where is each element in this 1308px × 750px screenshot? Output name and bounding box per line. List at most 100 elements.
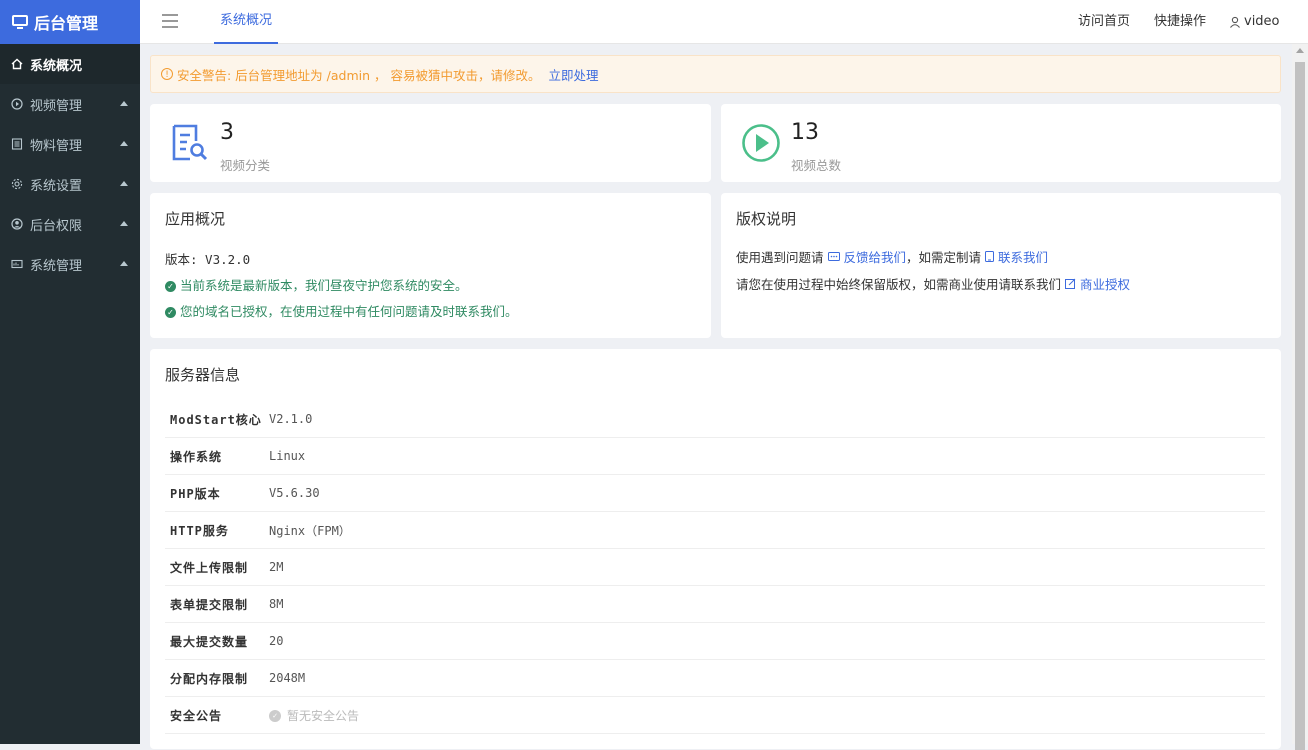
warning-icon: ! [161,68,173,80]
row-value: 2048M [269,659,1265,697]
version-text: 版本: V3.2.0 [165,252,251,267]
stat-value: 13 [791,120,819,145]
sidebar-item-settings[interactable]: 系统设置 [0,164,140,204]
table-row: PHP版本 V5.6.30 [165,474,1265,512]
msg-text: 您的域名已授权，在使用过程中有任何问题请及时联系我们。 [180,304,518,319]
copyright-line-1: 使用遇到问题请 反馈给我们，如需定制请 联系我们 [736,247,1048,266]
sidebar-item-label: 物料管理 [30,138,83,154]
visit-home-link[interactable]: 访问首页 [1078,0,1130,44]
table-row: ModStart核心 V2.1.0 [165,401,1265,438]
sidebar-item-label: 系统设置 [30,178,83,194]
security-alert: ! 安全警告: 后台管理地址为 /admin ， 容易被猜中攻击，请修改。 立即… [150,55,1281,93]
license-link[interactable]: 商业授权 [1065,277,1130,292]
check-circle-icon: ✓ [269,710,281,722]
card-title: 版权说明 [736,210,797,228]
sidebar-item-video[interactable]: 视频管理 [0,84,140,124]
link-text: 联系我们 [997,250,1048,265]
row-value: 8M [269,585,1265,623]
sidebar-item-permissions[interactable]: 后台权限 [0,204,140,244]
quick-ops-menu[interactable]: 快捷操作 [1154,0,1206,44]
sidebar-item-label: 系统管理 [30,258,83,274]
copyright-line-2: 请您在使用过程中始终保留版权，如需商业使用请联系我们 商业授权 [736,274,1130,293]
username: video [1244,14,1280,29]
row-key: 文件上传限制 [165,548,269,586]
chevron-up-icon [120,221,128,226]
table-row: 安全公告 ✓ 暂无安全公告 [165,696,1265,734]
alert-action-link[interactable]: 立即处理 [548,65,598,84]
copyright-card: 版权说明 使用遇到问题请 反馈给我们，如需定制请 联系我们 请您在使用过程中始终… [721,193,1281,338]
chevron-up-icon [120,101,128,106]
sidebar-item-system[interactable]: 系统管理 [0,244,140,284]
sidebar-item-label: 系统概况 [30,58,83,74]
card-title: 服务器信息 [165,366,241,384]
row-key: 表单提交限制 [165,585,269,623]
row-value: 2M [269,548,1265,586]
row-key: 安全公告 [165,696,269,734]
home-icon [10,57,24,71]
sidebar-item-material[interactable]: 物料管理 [0,124,140,164]
text: 使用遇到问题请 [736,250,824,265]
brand-title: 后台管理 [34,14,99,33]
document-search-icon [172,124,208,161]
scroll-up-icon[interactable] [1296,48,1304,53]
row-value: Nginx（FPM） [269,511,1265,549]
alert-text: 安全警告: 后台管理地址为 /admin ， 容易被猜中攻击，请修改。 [177,67,541,83]
brand-header[interactable]: 后台管理 [0,0,140,44]
stat-card-categories[interactable]: 3 视频分类 [150,104,711,182]
stat-label: 视频分类 [220,158,271,173]
tab-overview[interactable]: 系统概况 [214,0,279,44]
phone-icon [985,251,994,262]
chat-icon [827,252,840,261]
sidebar-item-overview[interactable]: 系统概况 [0,44,140,84]
server-info-table: ModStart核心 V2.1.0 操作系统 Linux PHP版本 V5.6.30 HTT… [165,401,1265,734]
gear-icon [10,177,24,191]
sidebar-item-label: 视频管理 [30,98,83,114]
sidebar-menu: 系统概况 视频管理 物料管理 系统设置 后台权限 系统管理 [0,44,140,284]
table-row: 表单提交限制 8M [165,585,1265,623]
sidebar: 后台管理 系统概况 视频管理 物料管理 系统设置 后台权限 系统管理 [0,0,140,744]
stat-card-videos[interactable]: 13 视频总数 [721,104,1281,182]
menu-toggle-icon[interactable] [162,14,178,28]
user-icon [1230,16,1240,28]
contact-link[interactable]: 联系我们 [985,250,1048,265]
scrollbar[interactable] [1292,44,1308,750]
check-circle-icon: ✓ [165,307,176,318]
play-circle-icon [742,124,780,162]
notice-text: 暂无安全公告 [287,708,360,723]
row-value: 20 [269,622,1265,660]
play-circle-icon [10,97,24,111]
row-value: ✓ 暂无安全公告 [269,696,1265,734]
check-circle-icon: ✓ [165,281,176,292]
stat-value: 3 [220,120,234,145]
table-row: 文件上传限制 2M [165,548,1265,586]
card-title: 应用概况 [165,210,226,228]
list-icon [10,137,24,151]
sidebar-item-label: 后台权限 [30,218,83,234]
text: 请您在使用过程中始终保留版权，如需商业使用请联系我们 [736,277,1062,292]
feedback-link[interactable]: 反馈给我们 [827,250,906,265]
server-info-card: 服务器信息 ModStart核心 V2.1.0 操作系统 Linux PHP版本 V5.6… [150,349,1281,749]
latest-version-msg: ✓ 当前系统是最新版本，我们昼夜守护您系统的安全。 [165,275,468,294]
dashboard-icon [10,257,24,271]
link-text: 商业授权 [1079,277,1130,292]
user-menu[interactable]: video [1229,0,1280,44]
row-key: PHP版本 [165,474,269,512]
top-header: 系统概况 访问首页 快捷操作 video [140,0,1308,44]
msg-text: 当前系统是最新版本，我们昼夜守护您系统的安全。 [180,278,468,293]
app-overview-card: 应用概况 版本: V3.2.0 ✓ 当前系统是最新版本，我们昼夜守护您系统的安全。… [150,193,711,338]
monitor-icon [12,14,28,29]
row-key: ModStart核心 [165,401,269,438]
stat-label: 视频总数 [791,158,842,173]
scrollbar-thumb[interactable] [1295,62,1305,750]
table-row: HTTP服务 Nginx（FPM） [165,511,1265,549]
main-content: ! 安全警告: 后台管理地址为 /admin ， 容易被猜中攻击，请修改。 立即… [140,44,1292,749]
chevron-up-icon [120,261,128,266]
domain-authorized-msg: ✓ 您的域名已授权，在使用过程中有任何问题请及时联系我们。 [165,301,518,320]
row-value: V2.1.0 [269,401,1265,438]
edit-icon [1065,278,1076,289]
chevron-up-icon [120,141,128,146]
row-key: 分配内存限制 [165,659,269,697]
row-value: Linux [269,437,1265,475]
table-row: 分配内存限制 2048M [165,659,1265,697]
row-key: HTTP服务 [165,511,269,549]
